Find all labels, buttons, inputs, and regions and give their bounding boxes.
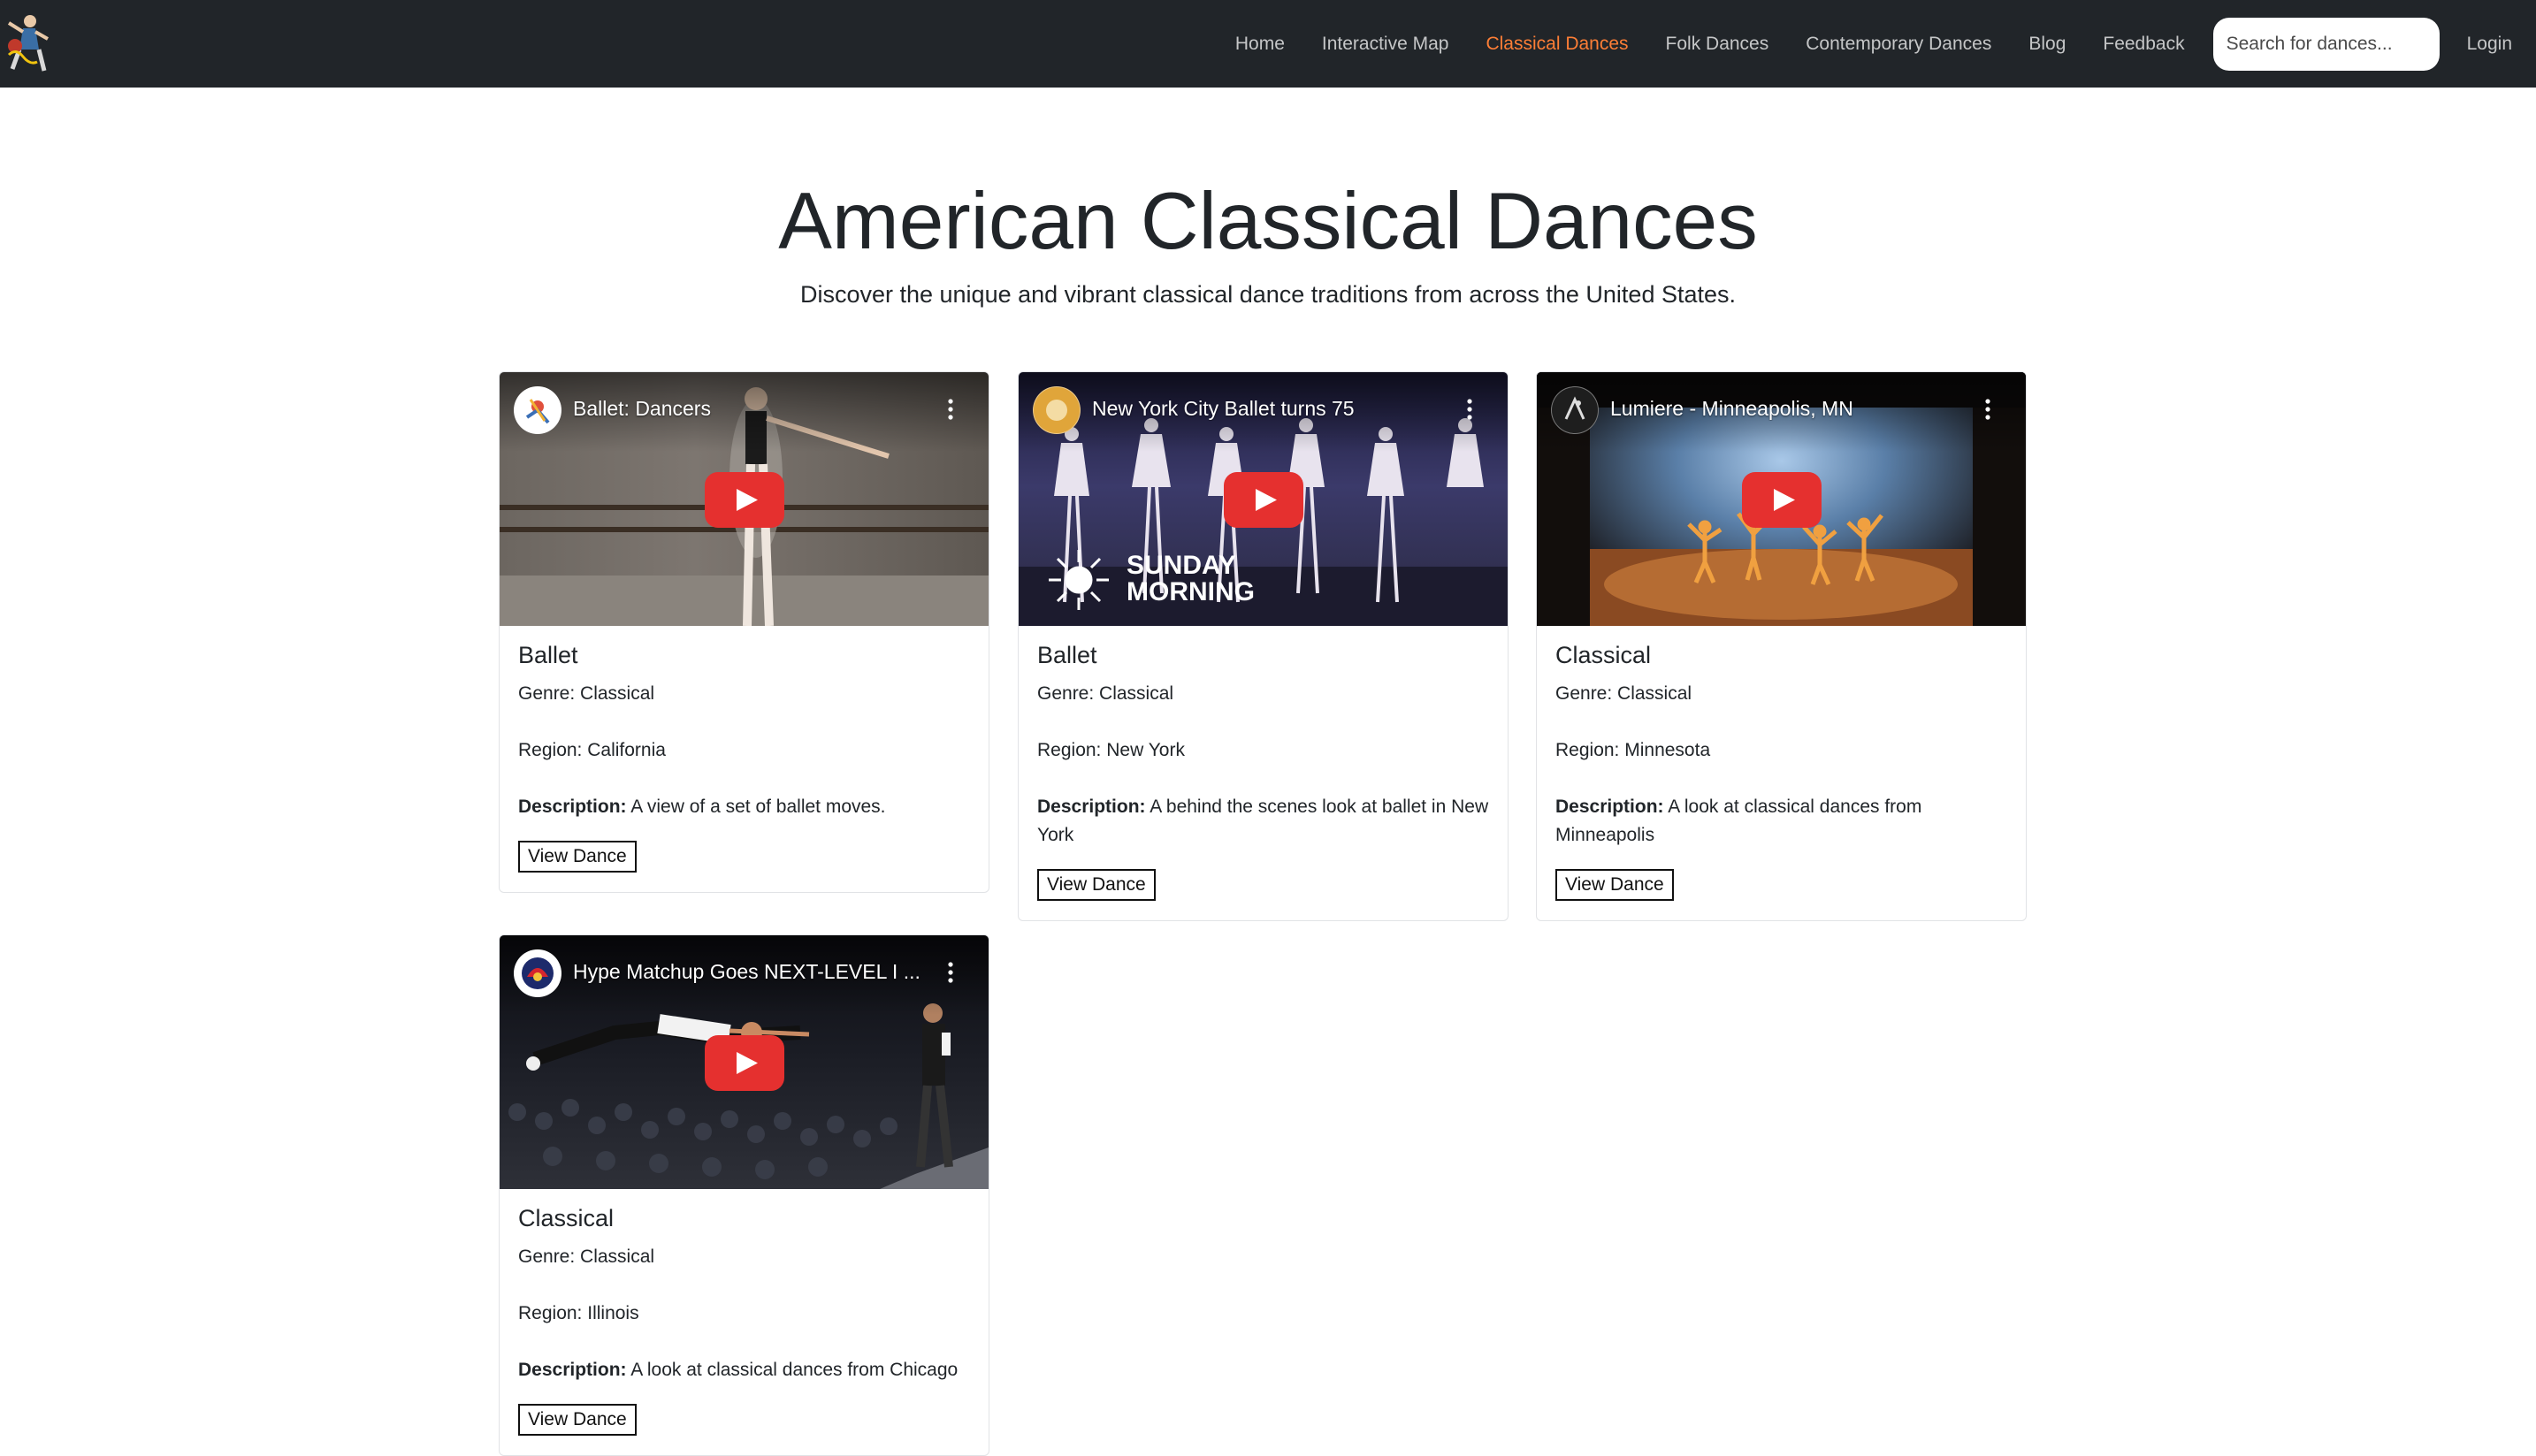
video-title[interactable]: New York City Ballet turns 75 [1092,397,1446,421]
more-vertical-icon[interactable] [948,399,953,420]
play-icon[interactable] [704,1034,784,1091]
play-icon[interactable] [704,471,784,528]
video-title[interactable]: Hype Matchup Goes NEXT-LEVEL I ... [573,960,927,984]
channel-avatar[interactable] [514,949,561,997]
region-line: Region: Minnesota [1555,740,1711,760]
genre-line: Genre: Classical [518,683,655,704]
more-vertical-icon[interactable] [1985,399,1990,420]
play-icon[interactable] [1223,471,1303,528]
dance-card: Hype Matchup Goes NEXT-LEVEL I ... Class… [499,934,989,1456]
nav-folk-dances[interactable]: Folk Dances [1666,34,1769,55]
description-line: Description: A view of a set of ballet m… [518,797,886,817]
top-navbar: Home Interactive Map Classical Dances Fo… [0,0,2536,88]
dance-name: Ballet [518,642,578,668]
channel-avatar[interactable] [1551,386,1599,434]
overlay-text: SUNDAY [1127,551,1236,580]
genre-line: Genre: Classical [1037,683,1174,704]
more-vertical-icon[interactable] [1467,399,1472,420]
channel-avatar[interactable] [514,386,561,434]
view-dance-button[interactable]: View Dance [1037,869,1156,901]
video-title[interactable]: Ballet: Dancers [573,397,927,421]
view-dance-button[interactable]: View Dance [1555,869,1674,901]
video-thumbnail[interactable]: Ballet: Dancers [500,372,989,626]
description-line: Description: A behind the scenes look at… [1037,797,1489,845]
dance-name: Classical [1555,642,1652,668]
dance-card: SUNDAY MORNING New York City Ballet turn… [1018,371,1509,921]
nav-blog[interactable]: Blog [2028,34,2066,55]
page-title: American Classical Dances [778,177,1758,266]
channel-avatar[interactable] [1033,386,1081,434]
nav-classical-dances[interactable]: Classical Dances [1486,34,1628,55]
nav-login[interactable]: Login [2467,34,2512,55]
description-line: Description: A look at classical dances … [1555,797,1922,845]
nav-interactive-map[interactable]: Interactive Map [1322,34,1449,55]
video-thumbnail[interactable]: Hype Matchup Goes NEXT-LEVEL I ... [500,935,989,1189]
video-thumbnail[interactable]: Lumiere - Minneapolis, MN [1537,372,2026,626]
video-title[interactable]: Lumiere - Minneapolis, MN [1610,397,1964,421]
dancer-logo-icon[interactable] [4,11,51,74]
video-thumbnail[interactable]: SUNDAY MORNING New York City Ballet turn… [1019,372,1508,626]
dance-card: Ballet: Dancers Ballet Genre: Classical … [499,371,989,893]
dance-card: Lumiere - Minneapolis, MN Classical Genr… [1536,371,2027,921]
dance-name: Ballet [1037,642,1097,668]
page-subtitle: Discover the unique and vibrant classica… [799,281,1737,308]
description-line: Description: A look at classical dances … [518,1360,959,1380]
nav-contemporary-dances[interactable]: Contemporary Dances [1806,34,1991,55]
region-line: Region: New York [1037,740,1185,760]
region-line: Region: California [518,740,666,760]
genre-line: Genre: Classical [1555,683,1692,704]
overlay-text: MORNING [1127,577,1255,606]
nav-feedback[interactable]: Feedback [2103,34,2184,55]
region-line: Region: Illinois [518,1303,639,1323]
view-dance-button[interactable]: View Dance [518,1404,637,1436]
view-dance-button[interactable]: View Dance [518,841,637,873]
nav-home[interactable]: Home [1235,34,1285,55]
more-vertical-icon[interactable] [948,962,953,983]
play-icon[interactable] [1741,471,1822,528]
search-input[interactable] [2212,17,2440,71]
dance-name: Classical [518,1205,615,1231]
genre-line: Genre: Classical [518,1246,655,1267]
